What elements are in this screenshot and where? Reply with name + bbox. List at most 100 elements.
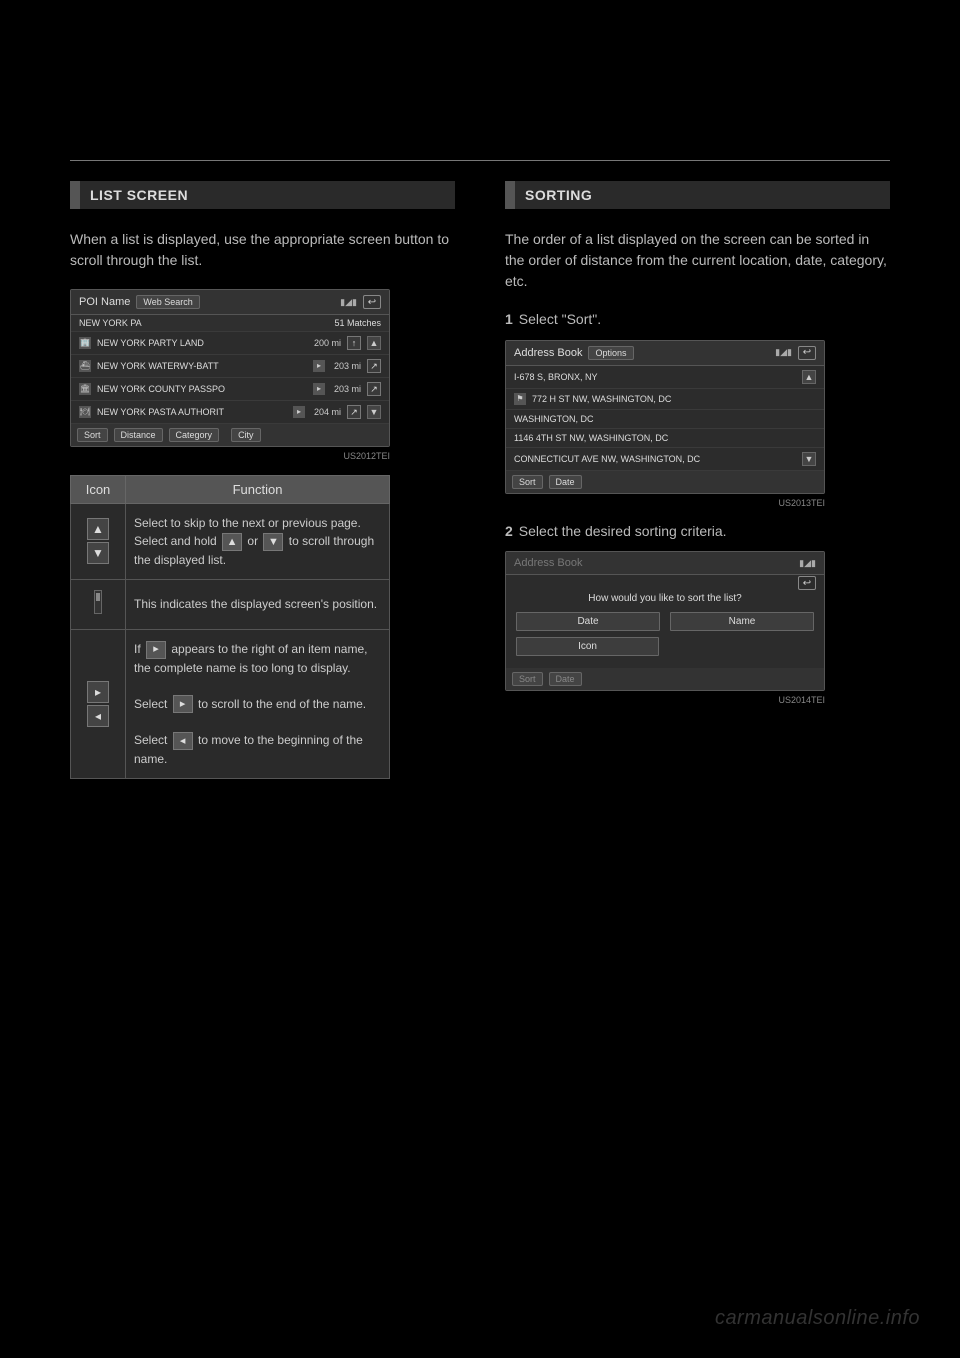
scroll-right-icon[interactable]: ▸ <box>313 383 325 395</box>
addr-row-text: 772 H ST NW, WASHINGTON, DC <box>532 394 816 404</box>
back-icon[interactable]: ↩ <box>363 295 381 309</box>
addr-row[interactable]: 1146 4TH ST NW, WASHINGTON, DC <box>506 429 824 448</box>
date-button[interactable]: Date <box>549 672 582 686</box>
sort-by-date-button[interactable]: Date <box>516 612 660 631</box>
sort-button[interactable]: Sort <box>77 428 108 442</box>
sort-dialog-screenshot: Address Book ▮◢▮ ↩ How would you like to… <box>505 551 825 691</box>
sort-question: How would you like to sort the list? <box>516 593 814 604</box>
table-header-icon: Icon <box>71 476 126 504</box>
scroll-right-icon[interactable]: ▸ <box>313 360 325 372</box>
direction-arrow-icon: ↗ <box>367 359 381 373</box>
scroll-down-icon[interactable]: ▼ <box>367 405 381 419</box>
func-skip-text: Select to skip to the next or previous p… <box>134 516 361 530</box>
table-header-function: Function <box>126 476 390 504</box>
poi-matchbar: NEW YORK PA 51 Matches <box>71 315 389 332</box>
city-button[interactable]: City <box>231 428 261 442</box>
direction-arrow-icon: ↗ <box>347 405 361 419</box>
scroll-right-icon: ▸ <box>146 641 166 659</box>
table-icon-cell <box>71 579 126 629</box>
func-r3b-pre: Select <box>134 697 171 711</box>
addr-row-text: 1146 4TH ST NW, WASHINGTON, DC <box>514 433 816 443</box>
distance-button[interactable]: Distance <box>114 428 163 442</box>
poi-category-icon: ⛴ <box>79 360 91 372</box>
poi-row[interactable]: 🍽 NEW YORK PASTA AUTHORIT ▸ 204 mi ↗ ▼ <box>71 401 389 424</box>
position-indicator-icon <box>94 590 102 614</box>
addr-row[interactable]: ⚑ 772 H ST NW, WASHINGTON, DC <box>506 389 824 410</box>
left-column: LIST SCREEN When a list is displayed, us… <box>70 181 455 779</box>
poi-row-name: NEW YORK PASTA AUTHORIT <box>97 407 287 417</box>
sortdlg-header: Address Book ▮◢▮ <box>506 552 824 575</box>
sortdlg-title: Address Book <box>514 557 582 569</box>
sort-button[interactable]: Sort <box>512 672 543 686</box>
scroll-right-icon[interactable]: ▸ <box>293 406 305 418</box>
section-heading-list-screen: LIST SCREEN <box>70 181 455 209</box>
scroll-up-icon[interactable]: ▲ <box>367 336 381 350</box>
addr-row-text: WASHINGTON, DC <box>514 414 816 424</box>
poi-header: POI Name Web Search ▮◢▮ ↩ <box>71 290 389 315</box>
table-function-cell: Select to skip to the next or previous p… <box>126 504 390 580</box>
category-button[interactable]: Category <box>169 428 220 442</box>
sort-by-icon-button[interactable]: Icon <box>516 637 659 656</box>
signal-icon: ▮◢▮ <box>799 558 816 569</box>
func-r3c-pre: Select <box>134 733 171 747</box>
addr-row[interactable]: CONNECTICUT AVE NW, WASHINGTON, DC ▼ <box>506 448 824 471</box>
icon-function-table: Icon Function ▲ ▼ Select to skip to the … <box>70 475 390 779</box>
poi-name-screenshot: POI Name Web Search ▮◢▮ ↩ NEW YORK PA 51… <box>70 289 390 447</box>
scroll-right-icon: ▸ <box>173 695 193 713</box>
screenshot-id-label: US2013TEI <box>505 498 825 508</box>
scroll-left-icon: ◂ <box>87 705 109 727</box>
back-icon[interactable]: ↩ <box>798 346 816 360</box>
back-icon[interactable]: ↩ <box>798 576 816 590</box>
page-up-icon: ▲ <box>87 518 109 540</box>
date-button[interactable]: Date <box>549 475 582 489</box>
section-heading-sorting: SORTING <box>505 181 890 209</box>
poi-row[interactable]: 🏢 NEW YORK PARTY LAND 200 mi ↑ ▲ <box>71 332 389 355</box>
poi-matches: 51 Matches <box>334 318 381 328</box>
poi-footer: Sort Distance Category City <box>71 424 389 446</box>
direction-arrow-icon: ↗ <box>367 382 381 396</box>
step-text: Select the desired sorting criteria. <box>519 523 727 539</box>
top-rule <box>70 160 890 161</box>
addr-footer: Sort Date <box>506 471 824 493</box>
step-number: 2 <box>505 523 513 539</box>
right-column: SORTING The order of a list displayed on… <box>505 181 890 779</box>
page-down-icon: ▼ <box>87 542 109 564</box>
address-book-screenshot: Address Book Options ▮◢▮ ↩ I-678 S, BRON… <box>505 340 825 494</box>
options-button[interactable]: Options <box>588 346 633 360</box>
poi-row-distance: 200 mi <box>311 338 341 348</box>
poi-row[interactable]: 🏛 NEW YORK COUNTY PASSPO ▸ 203 mi ↗ <box>71 378 389 401</box>
sortdlg-footer: Sort Date <box>506 668 824 690</box>
step-2: 2 Select the desired sorting criteria. <box>505 522 890 542</box>
scroll-right-icon: ▸ <box>87 681 109 703</box>
scroll-up-icon[interactable]: ▲ <box>802 370 816 384</box>
signal-icon: ▮◢▮ <box>340 297 357 308</box>
screenshot-id-label: US2012TEI <box>70 451 390 461</box>
table-function-cell: This indicates the displayed screen's po… <box>126 579 390 629</box>
addr-title: Address Book <box>514 347 582 359</box>
scroll-down-icon[interactable]: ▼ <box>802 452 816 466</box>
sort-by-name-button[interactable]: Name <box>670 612 814 631</box>
page-up-icon: ▲ <box>222 533 242 551</box>
addr-row[interactable]: WASHINGTON, DC <box>506 410 824 429</box>
table-icon-cell: ▲ ▼ <box>71 504 126 580</box>
poi-row-name: NEW YORK PARTY LAND <box>97 338 305 348</box>
web-search-button[interactable]: Web Search <box>136 295 199 309</box>
func-hold-pre: Select and hold <box>134 534 220 548</box>
step-1: 1Select "Sort". <box>505 310 890 330</box>
poi-category-icon: 🍽 <box>79 406 91 418</box>
table-icon-cell: ▸ ◂ <box>71 629 126 778</box>
addr-row[interactable]: I-678 S, BRONX, NY ▲ <box>506 366 824 389</box>
watermark: carmanualsonline.info <box>715 1307 920 1330</box>
step-number: 1 <box>505 311 513 327</box>
func-r3a-post: appears to the right of an item name, th… <box>134 642 367 675</box>
page-down-icon: ▼ <box>263 533 283 551</box>
addr-row-text: CONNECTICUT AVE NW, WASHINGTON, DC <box>514 454 796 464</box>
poi-row[interactable]: ⛴ NEW YORK WATERWY-BATT ▸ 203 mi ↗ <box>71 355 389 378</box>
signal-icon: ▮◢▮ <box>775 347 792 358</box>
poi-row-distance: 203 mi <box>331 384 361 394</box>
poi-category-icon: 🏛 <box>79 383 91 395</box>
direction-arrow-icon: ↑ <box>347 336 361 350</box>
list-screen-intro: When a list is displayed, use the approp… <box>70 229 455 271</box>
func-r3a-pre: If <box>134 642 144 656</box>
sort-button[interactable]: Sort <box>512 475 543 489</box>
